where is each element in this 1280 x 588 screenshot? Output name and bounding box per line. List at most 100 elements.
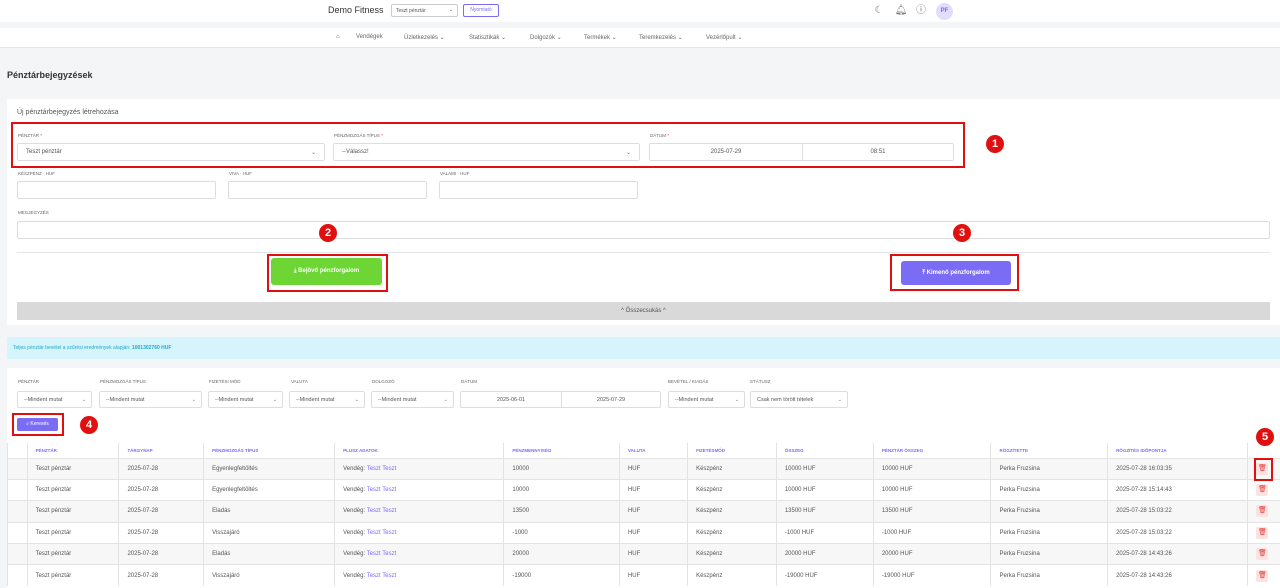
table-row[interactable]: Teszt pénztár 2025-07-28 Egyenlegfeltöltés… [7, 457, 1280, 480]
filter-payment-select[interactable]: --Mindent mutat ⌄ [208, 391, 283, 408]
nav-teremkezeles[interactable]: Teremkezelés ⌄ [639, 34, 683, 41]
filter-income-expense-select[interactable]: --Mindent mutat ⌄ [668, 391, 745, 408]
nav-termekek[interactable]: Termékek ⌄ [584, 34, 617, 41]
table-row[interactable]: Teszt pénztár 2025-07-28 Visszajáró Vendég:… [7, 521, 1280, 544]
table-cell: Egyenlegfeltöltés [203, 457, 335, 480]
guest-prefix: Vendég: [343, 465, 366, 472]
filter-employee-select[interactable]: --Mindent mutat ⌄ [371, 391, 454, 408]
main-nav: ⌂ Vendégek Üzletkezelés ⌄ Statisztikák ⌄… [0, 28, 1280, 48]
guest-link[interactable]: Teszt Teszt [367, 508, 397, 514]
table-cell: Egyenlegfeltöltés [203, 478, 335, 501]
moon-icon[interactable]: ☾ [872, 4, 886, 18]
collapse-toggle[interactable]: ^ Összecsukás ^ [17, 302, 1270, 320]
table-cell: Visszajáró [203, 564, 335, 587]
cash-label: KÉSZPÉNZ · HUF [18, 171, 56, 176]
guest-prefix: Vendég: [343, 487, 366, 494]
table-header[interactable]: PÉNZTÁR [26, 443, 119, 458]
table-cell: Eladás [203, 500, 335, 523]
annotation-badge-1: 1 [986, 135, 1004, 153]
filter-date-range[interactable]: 2025-06-01 2025-07-29 [460, 391, 661, 408]
table-cell: 2025-07-28 [118, 564, 204, 587]
filter-label-status: STÁTUSZ [750, 379, 771, 384]
trash-icon[interactable]: 🗑︎ [1256, 548, 1269, 561]
table-header[interactable]: TÁRGYNAP [118, 443, 204, 458]
trash-icon[interactable]: 🗑︎ [1256, 569, 1269, 582]
table-row[interactable]: Teszt pénztár 2025-07-28 Egyenlegfeltöltés… [7, 478, 1280, 501]
note-input[interactable] [17, 221, 1270, 239]
filter-label-movement: PÉNZMOZGÁS TÍPUS [100, 379, 146, 384]
viva-input[interactable] [228, 181, 427, 199]
avatar[interactable]: PF [936, 3, 953, 20]
table-cell: Teszt pénztár [26, 564, 119, 587]
annotation-box-4 [12, 413, 64, 436]
guest-link[interactable]: Teszt Teszt [367, 573, 397, 579]
chevron-down-icon: ⌄ [734, 397, 739, 403]
table-cell: 2025-07-28 15:14:43 [1107, 478, 1248, 501]
table-cell: 2025-07-28 [118, 521, 204, 544]
printer-button[interactable]: Nyomtató [463, 4, 499, 17]
table-row[interactable]: Teszt pénztár 2025-07-28 Visszajáró Vendég:… [7, 564, 1280, 587]
trash-icon[interactable]: 🗑︎ [1256, 505, 1269, 518]
table-cell: 2025-07-28 15:03:22 [1107, 500, 1248, 523]
filter-movement-select[interactable]: --Mindent mutat ⌄ [99, 391, 202, 408]
filter-currency-select[interactable]: --Mindent mutat ⌄ [289, 391, 365, 408]
guest-link[interactable]: Teszt Teszt [367, 466, 397, 472]
table-cell: 20000 HUF [775, 543, 874, 565]
table-cell: -1000 HUF [872, 521, 991, 544]
bell-icon[interactable]: 🔔︎ [894, 4, 908, 18]
table-cell: 20000 HUF [872, 543, 991, 565]
cash-input[interactable] [17, 181, 216, 199]
table-cell: Visszajáró [203, 521, 335, 544]
filter-register-select[interactable]: --Mindent mutat ⌄ [17, 391, 92, 408]
table-cell: Perka Fruzsina [990, 521, 1108, 544]
nav-vezerlopult[interactable]: Vezérlőpult ⌄ [706, 34, 742, 41]
table-header[interactable]: PÉNZMENNYISÉG [503, 443, 620, 458]
form-title: Új pénztárbejegyzés létrehozása [17, 109, 119, 116]
help-icon[interactable]: ⓘ [914, 4, 928, 18]
table-header[interactable]: RÖGZÍTETTE [990, 443, 1108, 458]
guest-link[interactable]: Teszt Teszt [367, 487, 397, 493]
table-cell: Vendég: Teszt Teszt [334, 478, 504, 501]
nav-statisztikak[interactable]: Statisztikák ⌄ [469, 34, 506, 41]
table-header[interactable]: RÖGZÍTÉS IDŐPONTJA [1107, 443, 1248, 458]
table-header[interactable]: PÉNZMOZGÁS TÍPUS [203, 443, 335, 458]
table-cell: 2025-07-28 14:43:26 [1107, 564, 1248, 587]
row-spacer [7, 564, 28, 587]
table-cell: Vendég: Teszt Teszt [334, 500, 504, 523]
table-header[interactable]: FIZETÉSMÓD [687, 443, 777, 458]
table-cell: 13500 HUF [775, 500, 874, 523]
table-row[interactable]: Teszt pénztár 2025-07-28 Eladás Vendég: Tes… [7, 543, 1280, 565]
guest-prefix: Vendég: [343, 572, 366, 579]
home-icon[interactable]: ⌂ [336, 34, 340, 40]
filter-date-to[interactable]: 2025-07-29 [562, 397, 660, 403]
chevron-down-icon: ⌄ [448, 7, 453, 13]
annotation-badge-2: 2 [319, 224, 337, 242]
row-spacer [7, 521, 28, 544]
table-header[interactable]: VALUTA [618, 443, 688, 458]
register-select[interactable]: Teszt pénztár ⌄ [391, 4, 458, 17]
guest-link[interactable]: Teszt Teszt [367, 530, 397, 536]
nav-uzletkezeles[interactable]: Üzletkezelés ⌄ [404, 34, 445, 41]
entries-table: PÉNZTÁR TÁRGYNAP PÉNZMOZGÁS TÍPUS PLUSZ … [7, 443, 1280, 587]
nav-vendegek[interactable]: Vendégek [356, 34, 383, 40]
form-divider [17, 252, 1270, 253]
table-cell: Készpénz [687, 564, 777, 587]
table-cell: 2025-07-28 15:03:22 [1107, 521, 1248, 544]
table-cell: Készpénz [687, 543, 777, 565]
chevron-down-icon: ⌄ [191, 397, 196, 403]
valami-label: VALAMI · HUF [440, 171, 470, 176]
table-header[interactable]: PLUSZ ADATOK [334, 443, 504, 458]
trash-icon[interactable]: 🗑︎ [1256, 526, 1269, 539]
guest-link[interactable]: Teszt Teszt [367, 551, 397, 557]
filter-status-select[interactable]: Csak nem törölt tételek ⌄ [750, 391, 848, 408]
filter-date-from[interactable]: 2025-06-01 [461, 397, 561, 403]
trash-icon[interactable]: 🗑︎ [1256, 484, 1269, 497]
table-row[interactable]: Teszt pénztár 2025-07-28 Eladás Vendég: Tes… [7, 500, 1280, 523]
table-header[interactable]: ÖSSZEG [775, 443, 874, 458]
chevron-down-icon: ⌄ [837, 397, 842, 403]
nav-dolgozok[interactable]: Dolgozók ⌄ [530, 34, 562, 41]
table-header[interactable]: PÉNZTÁR ÖSSZEG [872, 443, 991, 458]
valami-input[interactable] [439, 181, 638, 199]
annotation-badge-5: 5 [1256, 428, 1274, 446]
row-spacer [7, 500, 28, 523]
